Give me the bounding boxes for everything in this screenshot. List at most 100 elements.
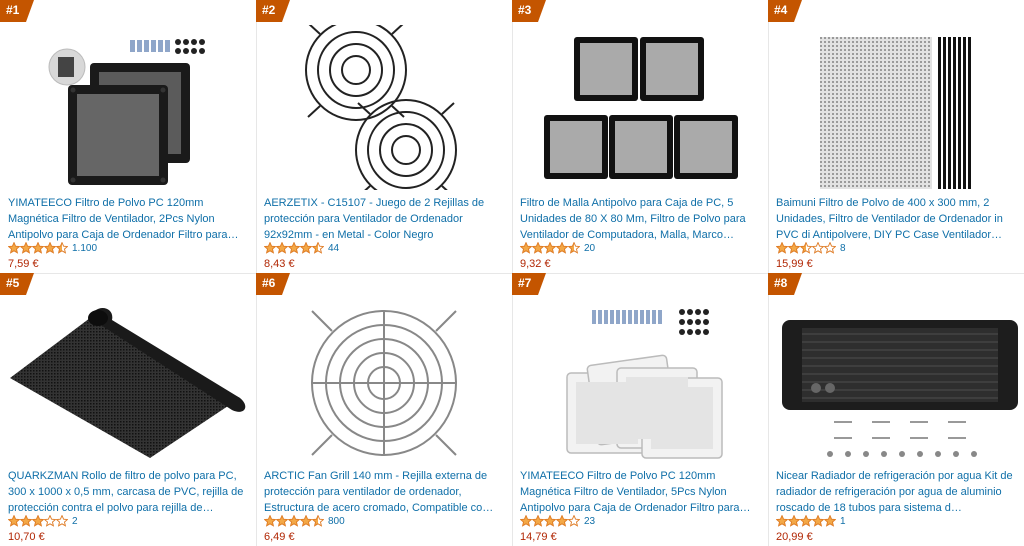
star-icon (824, 242, 836, 254)
star-icon (532, 515, 544, 527)
product-card-8[interactable]: #8 Nicear Radiador de refrigeración por … (768, 273, 1024, 546)
product-price: 7,59 € (8, 258, 39, 270)
star-icon (56, 242, 68, 254)
star-rating (776, 515, 836, 527)
rank-badge: #4 (768, 0, 808, 22)
star-icon (824, 515, 836, 527)
product-image[interactable] (512, 298, 768, 463)
star-icon (264, 515, 276, 527)
rank-label: #7 (518, 276, 532, 290)
product-card-4[interactable]: #4 Baimuni Filtro de Polvo de 400 x 300 … (768, 0, 1024, 273)
star-icon (276, 242, 288, 254)
rating-row[interactable]: 20 (520, 241, 595, 255)
star-icon (788, 242, 800, 254)
rating-row[interactable]: 800 (264, 514, 345, 528)
product-card-5[interactable]: #5 QUARKZMAN Rollo de filtro de polvo pa… (0, 273, 256, 546)
product-image[interactable] (768, 298, 1024, 463)
review-count[interactable]: 23 (584, 516, 595, 527)
star-icon (568, 515, 580, 527)
product-price: 6,49 € (264, 531, 295, 543)
rating-row[interactable]: 44 (264, 241, 339, 255)
product-title-link[interactable]: Baimuni Filtro de Polvo de 400 x 300 mm,… (776, 195, 1014, 243)
rank-label: #2 (262, 3, 276, 17)
rating-row[interactable]: 1 (776, 514, 846, 528)
rank-badge: #6 (256, 273, 296, 295)
star-rating (520, 515, 580, 527)
product-title-link[interactable]: Filtro de Malla Antipolvo para Caja de P… (520, 195, 758, 243)
product-card-7[interactable]: #7 YIMATEECO Filtro de Polvo PC 120mm Ma… (512, 273, 768, 546)
rank-label: #1 (6, 3, 20, 17)
product-image[interactable] (256, 298, 512, 463)
star-rating (8, 242, 68, 254)
rank-badge: #3 (512, 0, 552, 22)
star-icon (312, 515, 324, 527)
star-icon (812, 242, 824, 254)
star-rating (264, 515, 324, 527)
product-price: 8,43 € (264, 258, 295, 270)
product-card-2[interactable]: #2 AERZETIX - C15107 - Juego de 2 Rejill… (256, 0, 512, 273)
review-count[interactable]: 2 (72, 516, 78, 527)
product-title-link[interactable]: YIMATEECO Filtro de Polvo PC 120mm Magné… (8, 195, 246, 243)
star-icon (56, 515, 68, 527)
rating-row[interactable]: 1.100 (8, 241, 97, 255)
rank-label: #6 (262, 276, 276, 290)
product-image[interactable] (256, 25, 512, 190)
star-icon (776, 242, 788, 254)
star-icon (32, 515, 44, 527)
star-rating (8, 515, 68, 527)
product-image[interactable] (0, 25, 256, 190)
product-price: 9,32 € (520, 258, 551, 270)
rank-badge: #7 (512, 273, 552, 295)
star-icon (812, 515, 824, 527)
star-icon (556, 242, 568, 254)
star-rating (264, 242, 324, 254)
rank-badge: #1 (0, 0, 40, 22)
product-price: 15,99 € (776, 258, 813, 270)
star-icon (288, 242, 300, 254)
rank-badge: #2 (256, 0, 296, 22)
product-image[interactable] (512, 25, 768, 190)
rank-label: #3 (518, 3, 532, 17)
rating-row[interactable]: 8 (776, 241, 846, 255)
star-icon (520, 242, 532, 254)
rank-label: #5 (6, 276, 20, 290)
review-count[interactable]: 1.100 (72, 243, 97, 254)
star-icon (532, 242, 544, 254)
star-rating (520, 242, 580, 254)
review-count[interactable]: 8 (840, 243, 846, 254)
star-icon (44, 242, 56, 254)
star-icon (20, 515, 32, 527)
star-icon (8, 515, 20, 527)
rank-label: #4 (774, 3, 788, 17)
star-icon (300, 242, 312, 254)
product-title-link[interactable]: ARCTIC Fan Grill 140 mm - Rejilla extern… (264, 468, 502, 516)
rating-row[interactable]: 2 (8, 514, 78, 528)
star-icon (20, 242, 32, 254)
review-count[interactable]: 1 (840, 516, 846, 527)
product-title-link[interactable]: Nicear Radiador de refrigeración por agu… (776, 468, 1014, 516)
product-price: 10,70 € (8, 531, 45, 543)
star-icon (288, 515, 300, 527)
rating-row[interactable]: 23 (520, 514, 595, 528)
product-image[interactable] (0, 298, 256, 463)
product-card-1[interactable]: #1 YIMATEECO Filtro de Polvo PC 120mm Ma… (0, 0, 256, 273)
review-count[interactable]: 44 (328, 243, 339, 254)
product-card-6[interactable]: #6 ARCTIC Fan Grill 140 mm - Rejilla ext… (256, 273, 512, 546)
star-icon (44, 515, 56, 527)
star-icon (544, 515, 556, 527)
rank-badge: #8 (768, 273, 808, 295)
rank-badge: #5 (0, 273, 40, 295)
review-count[interactable]: 800 (328, 516, 345, 527)
star-icon (312, 242, 324, 254)
product-title-link[interactable]: QUARKZMAN Rollo de filtro de polvo para … (8, 468, 246, 516)
product-title-link[interactable]: AERZETIX - C15107 - Juego de 2 Rejillas … (264, 195, 502, 243)
product-card-3[interactable]: #3 Filtro de Malla Antipolvo para Caja d… (512, 0, 768, 273)
star-icon (544, 242, 556, 254)
product-title-link[interactable]: YIMATEECO Filtro de Polvo PC 120mm Magné… (520, 468, 758, 516)
star-icon (300, 515, 312, 527)
product-image[interactable] (768, 25, 1024, 190)
star-icon (264, 242, 276, 254)
star-icon (32, 242, 44, 254)
star-icon (276, 515, 288, 527)
review-count[interactable]: 20 (584, 243, 595, 254)
